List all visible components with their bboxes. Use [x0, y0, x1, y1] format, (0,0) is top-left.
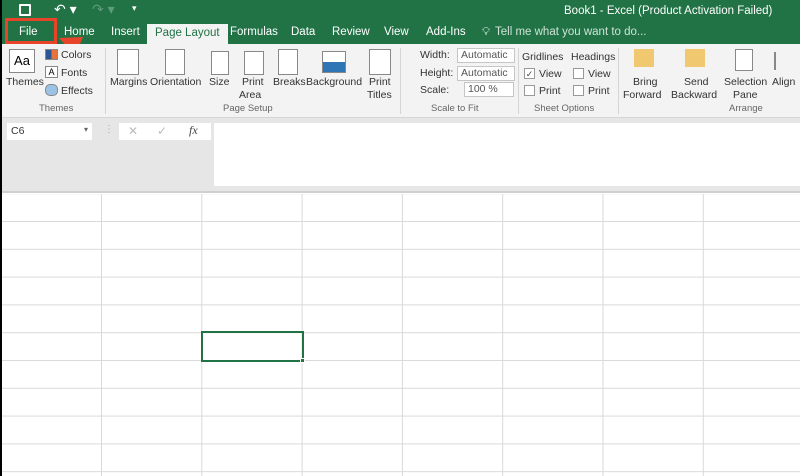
breaks-icon: [278, 49, 298, 75]
tab-page-layout[interactable]: Page Layout: [147, 24, 228, 44]
effects-icon: [45, 84, 58, 96]
file-highlight-box: [5, 18, 57, 44]
themes-icon[interactable]: Aa: [9, 49, 35, 73]
align-icon: [774, 52, 794, 70]
tell-me-search[interactable]: Tell me what you want to do...: [495, 26, 647, 38]
colors-icon: [45, 49, 58, 60]
print-titles-icon: [369, 49, 391, 75]
gridlines-print-checkbox[interactable]: [524, 85, 535, 96]
enter-icon[interactable]: ✓: [157, 124, 167, 138]
gridlines-view-checkbox[interactable]: ✓: [524, 68, 535, 79]
width-select[interactable]: Automatic: [457, 48, 515, 63]
spreadsheet-grid[interactable]: [2, 194, 800, 476]
lightbulb-icon: 💡︎: [482, 26, 491, 38]
orientation-icon: [165, 49, 185, 75]
colors-button[interactable]: Colors: [61, 49, 91, 61]
group-label-themes: Themes: [39, 103, 74, 114]
tab-add-ins[interactable]: Add-Ins: [426, 26, 466, 38]
group-label-scale-to-fit: Scale to Fit: [431, 103, 479, 114]
undo-icon[interactable]: ↶ ▾: [54, 1, 77, 18]
margins-button[interactable]: Margins: [110, 76, 147, 88]
formula-input[interactable]: [214, 123, 800, 186]
group-label-sheet-options: Sheet Options: [534, 103, 595, 114]
size-button[interactable]: Size: [209, 76, 229, 88]
align-button[interactable]: Align: [772, 76, 795, 88]
size-icon: [211, 51, 229, 75]
background-icon: [322, 51, 346, 73]
name-box[interactable]: C6 ▾: [7, 123, 92, 140]
title-bar: ↶ ▾ ↷ ▾ ▾ Book1 - Excel (Product Activat…: [2, 0, 800, 22]
margins-icon: [117, 49, 139, 75]
scale-spinner[interactable]: 100 %: [464, 82, 514, 97]
group-label-arrange: Arrange: [729, 103, 763, 114]
selected-cell-c6[interactable]: [201, 331, 304, 362]
effects-button[interactable]: Effects: [61, 85, 93, 97]
themes-button[interactable]: Themes: [6, 76, 44, 88]
selection-pane-icon: [735, 49, 753, 71]
tab-data[interactable]: Data: [291, 26, 315, 38]
fill-handle[interactable]: [300, 358, 305, 363]
send-backward-icon: [685, 49, 705, 67]
orientation-button[interactable]: Orientation: [150, 76, 201, 88]
insert-function-icon[interactable]: fx: [189, 123, 198, 138]
fonts-icon: A: [45, 66, 58, 78]
selection-pane-button[interactable]: Selection: [724, 76, 767, 88]
redo-icon: ↷ ▾: [92, 1, 115, 17]
fonts-button[interactable]: Fonts: [61, 67, 87, 79]
print-area-icon: [244, 51, 264, 75]
height-select[interactable]: Automatic: [457, 66, 515, 81]
save-icon[interactable]: [19, 4, 31, 16]
group-label-page-setup: Page Setup: [223, 103, 273, 114]
tab-review[interactable]: Review: [332, 26, 370, 38]
headings-print-checkbox[interactable]: [573, 85, 584, 96]
cancel-icon[interactable]: ✕: [128, 124, 138, 138]
send-backward-button[interactable]: Send: [684, 76, 709, 88]
print-titles-button[interactable]: Print: [369, 76, 391, 88]
background-button[interactable]: Background: [306, 76, 362, 88]
breaks-button[interactable]: Breaks: [273, 76, 306, 88]
window-title: Book1 - Excel (Product Activation Failed…: [564, 5, 773, 17]
tab-formulas[interactable]: Formulas: [230, 26, 278, 38]
bring-forward-icon: [634, 49, 654, 67]
ribbon: Aa Themes Colors A Fonts Effects Themes …: [2, 44, 800, 118]
bring-forward-button[interactable]: Bring: [633, 76, 658, 88]
print-area-button[interactable]: Print: [242, 76, 264, 88]
tab-view[interactable]: View: [384, 26, 409, 38]
headings-view-checkbox[interactable]: [573, 68, 584, 79]
formula-bar-area: C6 ▾ ⋮ ✕ ✓ fx: [2, 118, 800, 193]
customize-qat-icon[interactable]: ▾: [132, 3, 137, 14]
